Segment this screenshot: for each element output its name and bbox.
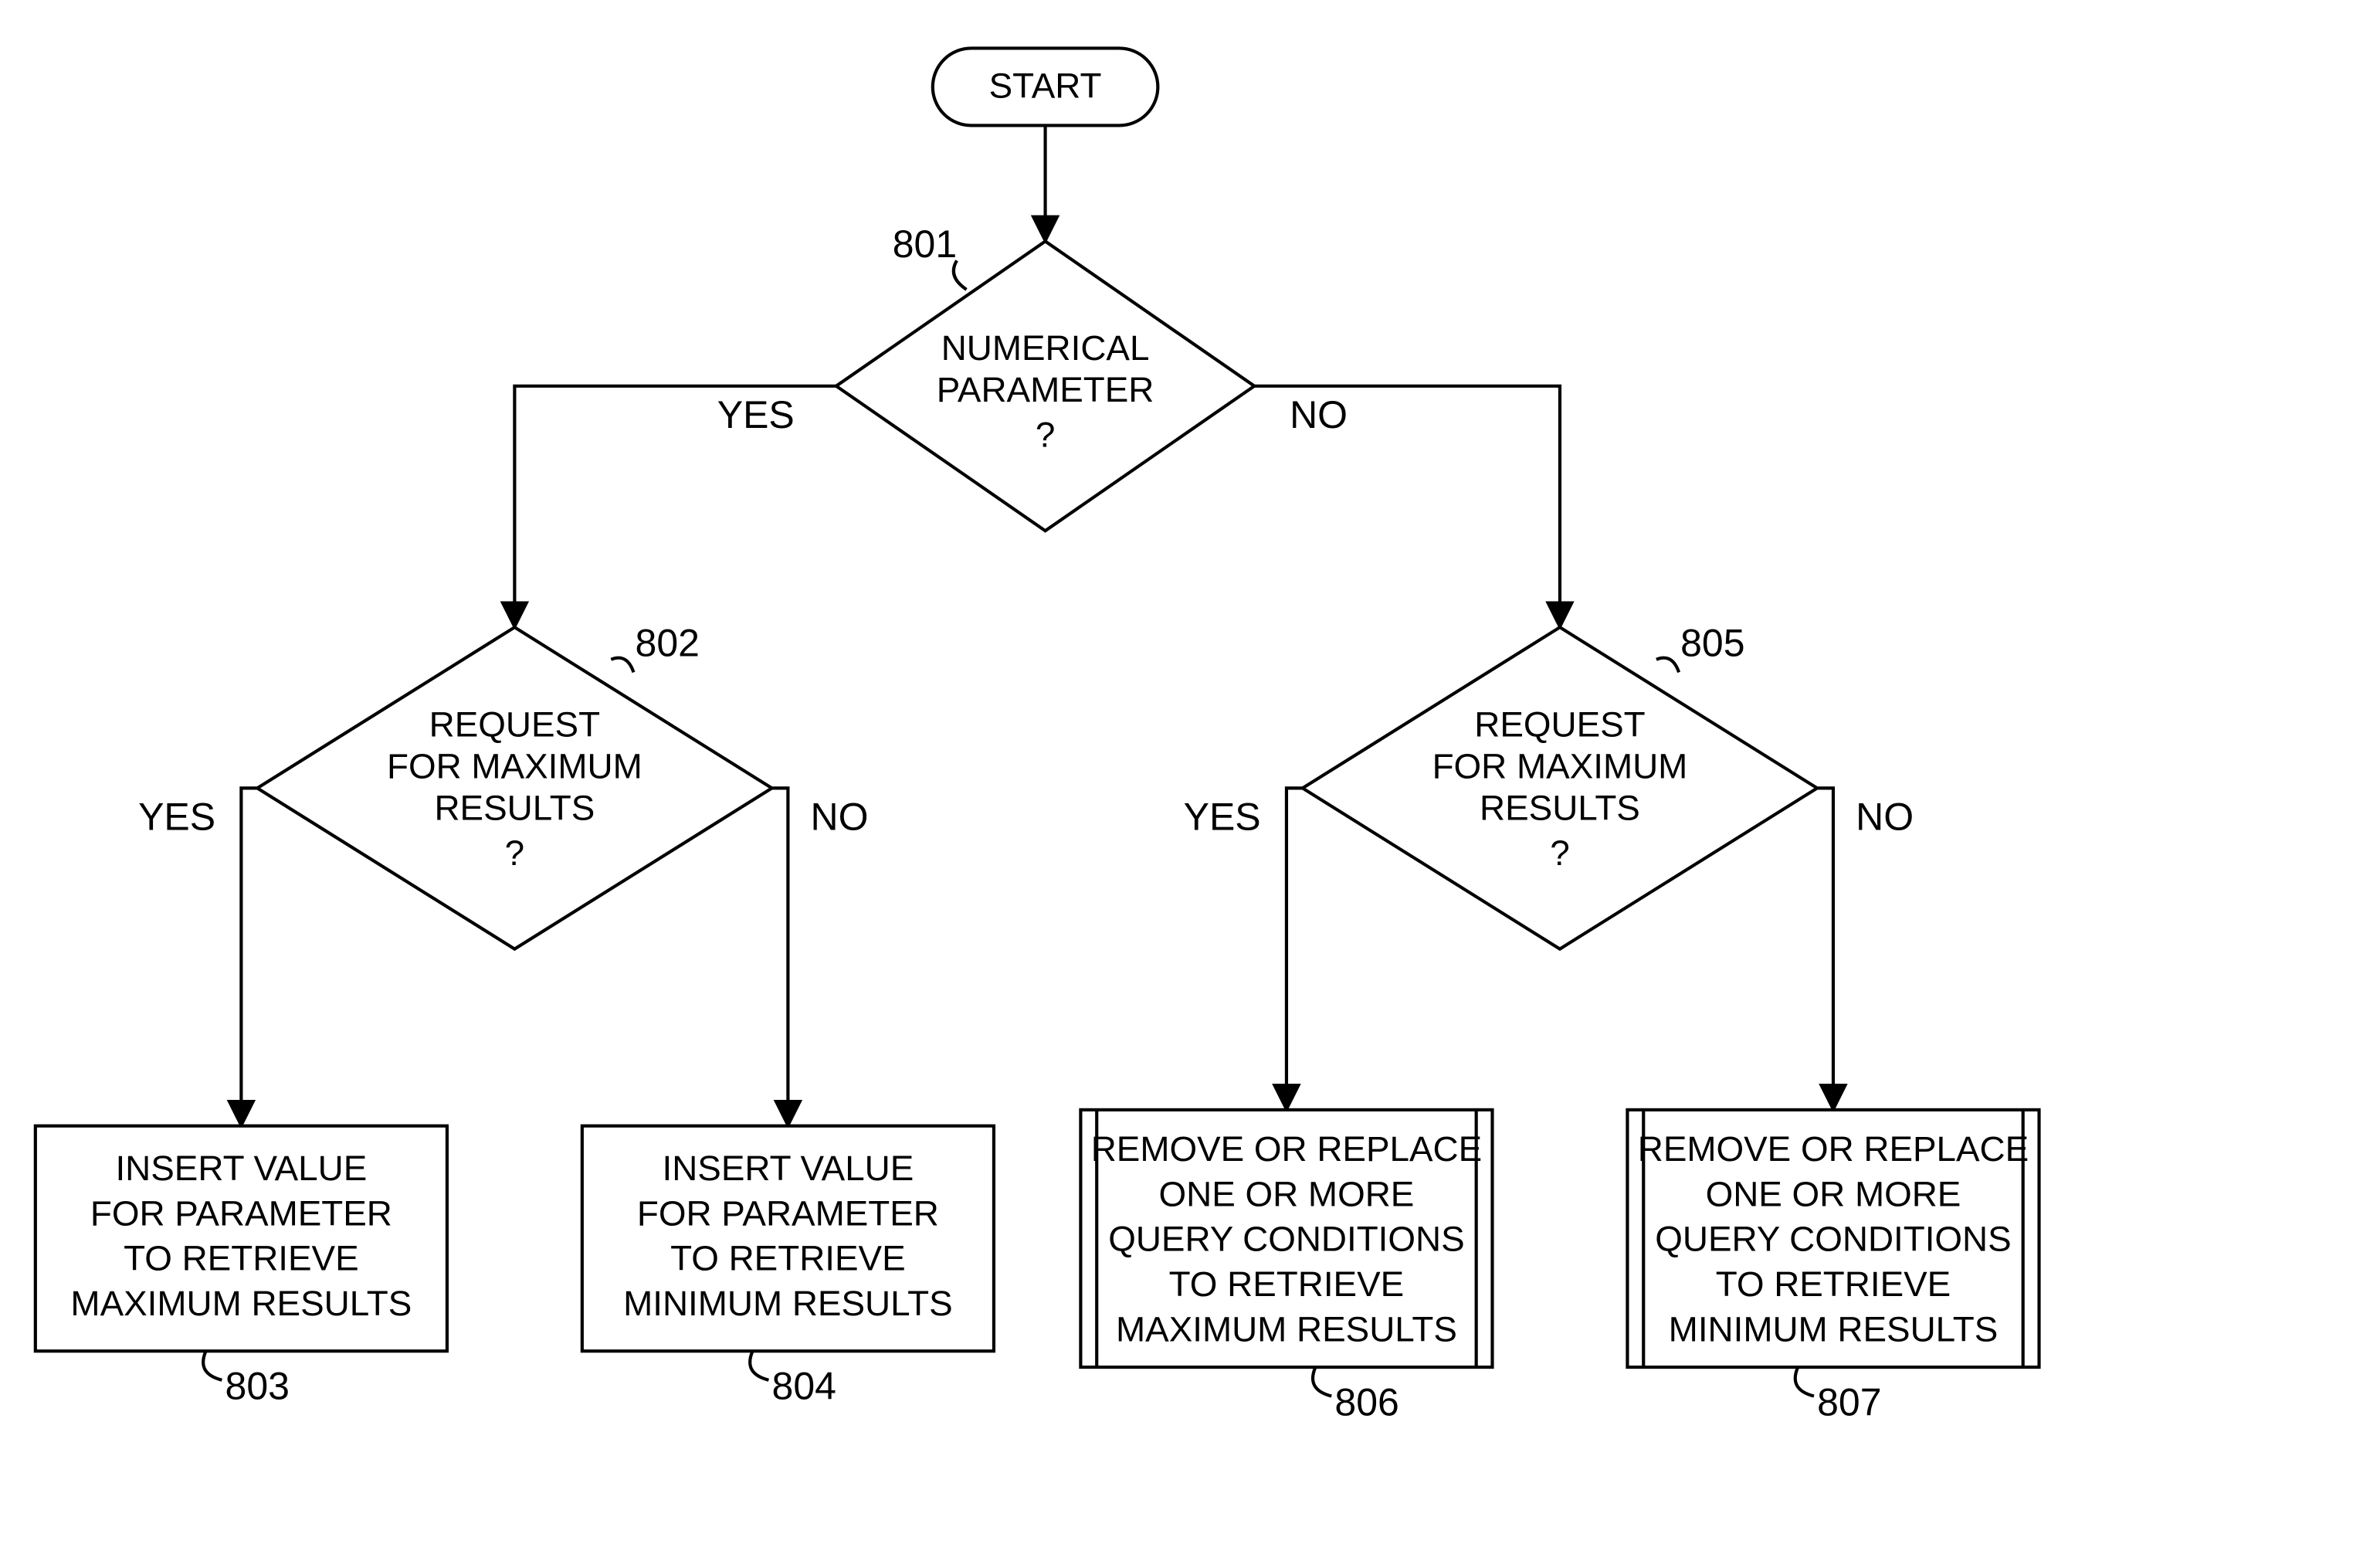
svg-text:REQUEST: REQUEST [1474, 704, 1645, 744]
process-806: REMOVE OR REPLACE ONE OR MORE QUERY COND… [1080, 1110, 1492, 1367]
svg-text:TO RETRIEVE: TO RETRIEVE [670, 1239, 906, 1278]
ref-802: 802 [636, 622, 700, 665]
ref-805: 805 [1680, 622, 1744, 665]
leader-805 [1656, 658, 1679, 673]
svg-text:?: ? [505, 833, 524, 873]
svg-text:RESULTS: RESULTS [1480, 789, 1640, 828]
decision-802: REQUEST FOR MAXIMUM RESULTS ? [257, 627, 771, 948]
leader-806 [1313, 1367, 1331, 1396]
flowchart-canvas: START NUMERICAL PARAMETER ? 801 YES NO R… [0, 0, 2380, 1544]
svg-text:?: ? [1036, 416, 1055, 455]
svg-text:MAXIMUM RESULTS: MAXIMUM RESULTS [1116, 1309, 1457, 1349]
decision-805: REQUEST FOR MAXIMUM RESULTS ? [1303, 627, 1817, 948]
svg-text:MINIMUM RESULTS: MINIMUM RESULTS [623, 1284, 953, 1323]
svg-text:TO RETRIEVE: TO RETRIEVE [124, 1239, 359, 1278]
svg-text:TO RETRIEVE: TO RETRIEVE [1169, 1264, 1405, 1304]
svg-text:INSERT VALUE: INSERT VALUE [115, 1149, 367, 1188]
connector-805-807 [1817, 788, 1833, 1109]
label-805-yes: YES [1184, 796, 1261, 839]
svg-text:REMOVE OR REPLACE: REMOVE OR REPLACE [1638, 1129, 2029, 1169]
label-802-no: NO [811, 796, 869, 839]
svg-text:?: ? [1550, 833, 1569, 873]
process-804: INSERT VALUE FOR PARAMETER TO RETRIEVE M… [582, 1126, 994, 1352]
leader-802 [611, 658, 633, 673]
svg-text:QUERY CONDITIONS: QUERY CONDITIONS [1108, 1220, 1464, 1259]
svg-text:FOR PARAMETER: FOR PARAMETER [637, 1193, 939, 1233]
label-801-no: NO [1290, 393, 1348, 436]
svg-text:TO RETRIEVE: TO RETRIEVE [1716, 1264, 1951, 1304]
ref-801: 801 [893, 222, 957, 266]
connector-802-803 [241, 788, 257, 1125]
leader-807 [1795, 1367, 1814, 1396]
svg-text:REMOVE OR REPLACE: REMOVE OR REPLACE [1091, 1129, 1482, 1169]
svg-text:FOR MAXIMUM: FOR MAXIMUM [387, 746, 642, 786]
label-805-no: NO [1856, 796, 1914, 839]
process-803: INSERT VALUE FOR PARAMETER TO RETRIEVE M… [36, 1126, 447, 1352]
ref-803: 803 [225, 1365, 290, 1408]
svg-text:ONE OR MORE: ONE OR MORE [1159, 1174, 1415, 1213]
svg-text:QUERY CONDITIONS: QUERY CONDITIONS [1655, 1220, 2011, 1259]
svg-text:MAXIMUM RESULTS: MAXIMUM RESULTS [70, 1284, 412, 1323]
label-802-yes: YES [138, 796, 215, 839]
leader-803 [203, 1351, 222, 1379]
start-terminator: START [933, 48, 1158, 125]
start-label: START [989, 66, 1102, 106]
ref-804: 804 [772, 1365, 836, 1408]
svg-text:NUMERICAL: NUMERICAL [941, 328, 1150, 368]
svg-text:INSERT VALUE: INSERT VALUE [662, 1149, 914, 1188]
svg-text:ONE OR MORE: ONE OR MORE [1706, 1174, 1961, 1213]
connector-802-804 [772, 788, 788, 1125]
ref-807: 807 [1817, 1381, 1881, 1424]
ref-806: 806 [1334, 1381, 1399, 1424]
svg-text:RESULTS: RESULTS [434, 789, 595, 828]
svg-text:FOR MAXIMUM: FOR MAXIMUM [1432, 746, 1688, 786]
svg-text:REQUEST: REQUEST [429, 704, 600, 744]
svg-text:PARAMETER: PARAMETER [937, 370, 1154, 409]
connector-805-806 [1287, 788, 1303, 1109]
process-807: REMOVE OR REPLACE ONE OR MORE QUERY COND… [1627, 1110, 2039, 1367]
svg-text:FOR PARAMETER: FOR PARAMETER [90, 1193, 392, 1233]
label-801-yes: YES [717, 393, 795, 436]
decision-801: NUMERICAL PARAMETER ? [836, 241, 1254, 531]
svg-text:MINIMUM RESULTS: MINIMUM RESULTS [1669, 1309, 1999, 1349]
leader-804 [750, 1351, 768, 1379]
